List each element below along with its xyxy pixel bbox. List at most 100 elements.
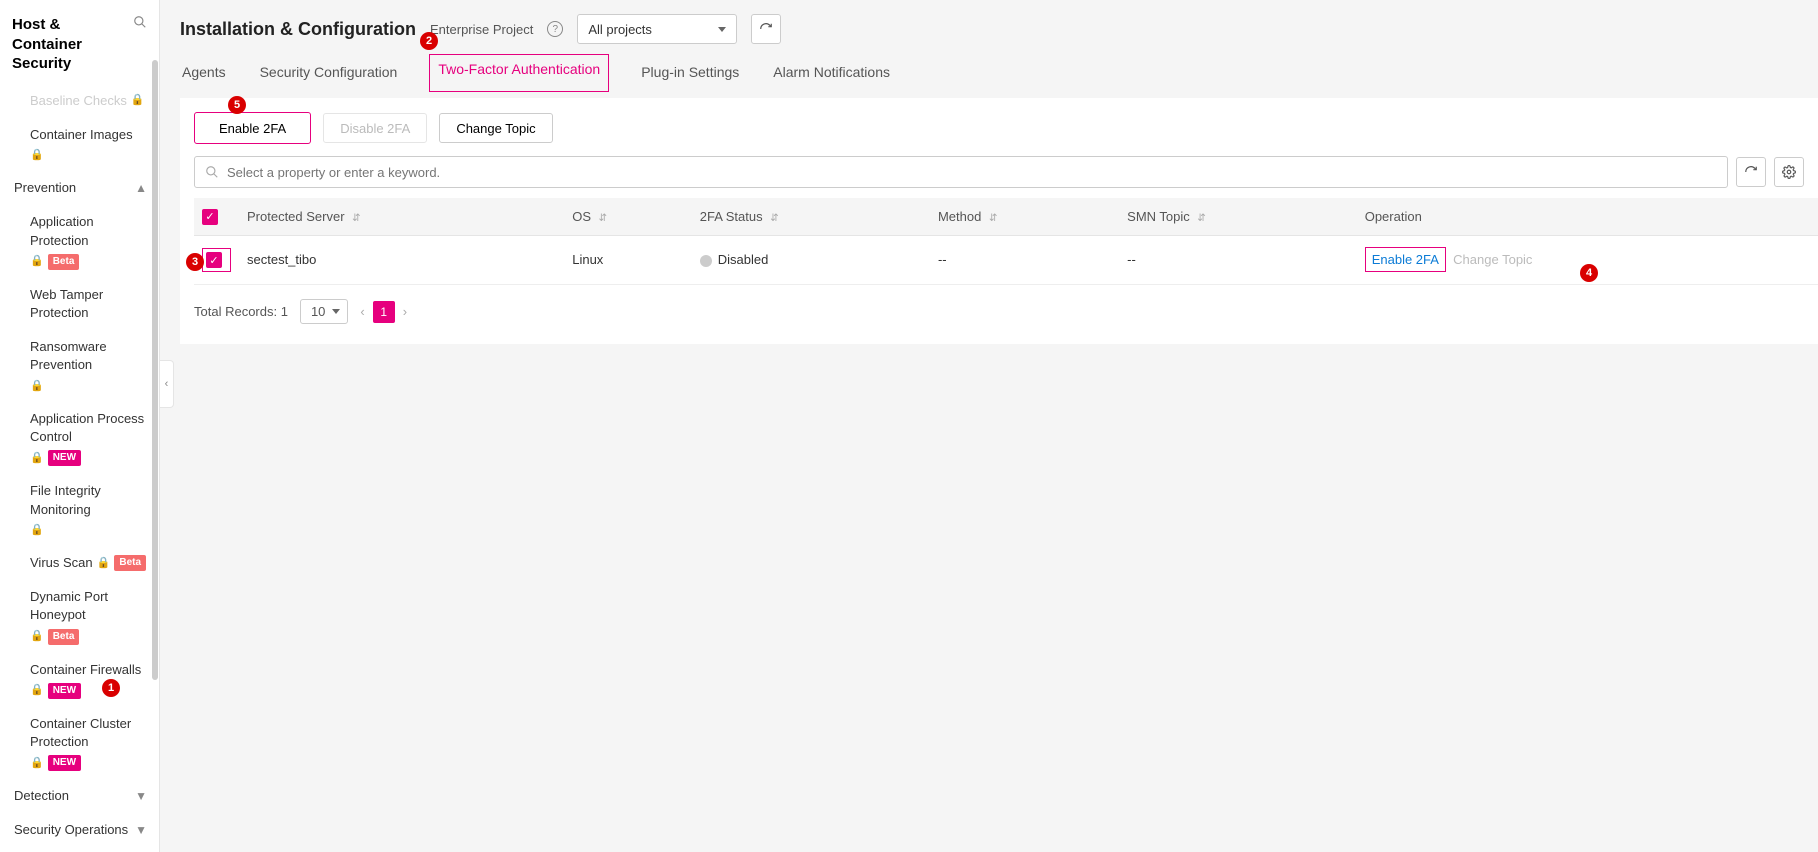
column-header[interactable]: Operation <box>1357 198 1818 235</box>
prev-page-button[interactable]: ‹ <box>360 304 364 319</box>
badge: NEW <box>48 683 81 699</box>
sidebar-item-label: Container Cluster Protection <box>30 715 147 751</box>
sidebar-item-label: Application Process Control <box>30 410 147 446</box>
callout-1: 1 <box>102 679 120 697</box>
row-checkbox[interactable]: ✓ <box>206 252 222 268</box>
tab-alarm-notifications[interactable]: Alarm Notifications <box>771 56 892 92</box>
select-all-checkbox[interactable]: ✓ <box>202 209 218 225</box>
sidebar-item-label: Dynamic Port Honeypot <box>30 588 147 624</box>
search-icon <box>205 165 219 179</box>
lock-icon: 🔒 <box>30 756 44 771</box>
column-header[interactable]: Method ⇵ <box>930 198 1119 235</box>
project-select[interactable]: All projects <box>577 14 737 44</box>
sidebar-item-13[interactable]: Security Operations▼ <box>0 813 159 847</box>
tab-agents[interactable]: Agents <box>180 56 228 92</box>
search-input[interactable] <box>227 165 1717 180</box>
server-table: ✓ Protected Server ⇵OS ⇵2FA Status ⇵Metho… <box>194 198 1818 285</box>
enable-2fa-link[interactable]: Enable 2FA <box>1365 247 1446 272</box>
sidebar-item-7[interactable]: File Integrity Monitoring 🔒 <box>0 474 159 546</box>
main-content: Installation & Configuration Enterprise … <box>160 0 1818 852</box>
lock-icon: 🔒 <box>30 254 44 269</box>
cell-os: Linux <box>564 235 692 285</box>
settings-button[interactable] <box>1774 157 1804 187</box>
badge: Beta <box>114 555 146 571</box>
change-topic-button[interactable]: Change Topic <box>439 113 552 143</box>
sidebar-item-14[interactable]: Reports 🔒 <box>0 848 159 852</box>
sort-icon: ⇵ <box>1197 213 1205 224</box>
sidebar-item-3[interactable]: Application Protection 🔒 Beta <box>0 205 159 277</box>
sidebar-item-6[interactable]: Application Process Control 🔒 NEW <box>0 402 159 474</box>
sort-icon: ⇵ <box>352 213 360 224</box>
enable-2fa-button[interactable]: Enable 2FA <box>194 112 311 144</box>
change-topic-link: Change Topic <box>1453 252 1532 267</box>
cell-server: sectest_tibo <box>239 235 564 285</box>
search-row <box>194 156 1818 188</box>
sidebar-item-label: Web Tamper Protection <box>30 286 147 322</box>
chevron-down-icon: ▼ <box>135 822 147 839</box>
sidebar-item-label: Ransomware Prevention <box>30 338 147 374</box>
lock-icon: 🔒 <box>30 379 44 394</box>
sidebar-item-10[interactable]: Container Firewalls 🔒 NEW <box>0 653 159 707</box>
lock-icon: 🔒 <box>131 93 145 108</box>
badge: Beta <box>48 254 80 270</box>
total-records: Total Records: 1 <box>194 304 288 319</box>
tab-two-factor-authentication[interactable]: Two-Factor Authentication <box>429 54 609 92</box>
refresh-table-button[interactable] <box>1736 157 1766 187</box>
page-header: Installation & Configuration Enterprise … <box>160 0 1818 44</box>
help-icon[interactable]: ? <box>547 21 563 37</box>
content-panel: 5 Enable 2FA Disable 2FA Change Topic <box>180 98 1818 344</box>
lock-icon: 🔒 <box>30 523 44 538</box>
disable-2fa-button: Disable 2FA <box>323 113 427 143</box>
column-header[interactable]: 2FA Status ⇵ <box>692 198 930 235</box>
scrollbar[interactable] <box>151 60 159 852</box>
search-icon[interactable] <box>133 15 147 32</box>
status-dot-icon <box>700 255 712 267</box>
page-size-select[interactable]: 10 <box>300 299 348 324</box>
callout-2: 2 <box>420 32 438 50</box>
sidebar-item-8[interactable]: Virus Scan 🔒 Beta <box>0 546 159 580</box>
lock-icon: 🔒 <box>97 556 111 571</box>
tab-security-configuration[interactable]: Security Configuration <box>258 56 400 92</box>
sidebar-item-1[interactable]: Container Images 🔒 <box>0 118 159 172</box>
nav-list: Baseline Checks 🔒Container Images 🔒Preve… <box>0 84 159 852</box>
sidebar-item-label: Container Images <box>30 126 133 144</box>
callout-5: 5 <box>228 96 246 114</box>
column-header[interactable]: OS ⇵ <box>564 198 692 235</box>
sidebar-item-0[interactable]: Baseline Checks 🔒 <box>0 84 159 118</box>
sidebar-item-label: Virus Scan <box>30 554 93 572</box>
page-number[interactable]: 1 <box>373 301 395 323</box>
collapse-sidebar-button[interactable]: ‹ <box>160 360 174 408</box>
tab-plug-in-settings[interactable]: Plug-in Settings <box>639 56 741 92</box>
callout-4: 4 <box>1580 264 1598 282</box>
sidebar-item-9[interactable]: Dynamic Port Honeypot 🔒 Beta <box>0 580 159 652</box>
sidebar-item-4[interactable]: Web Tamper Protection <box>0 278 159 330</box>
sort-icon: ⇵ <box>599 213 607 224</box>
chevron-up-icon: ▲ <box>135 180 147 197</box>
cell-method: -- <box>930 235 1119 285</box>
sidebar-item-11[interactable]: Container Cluster Protection 🔒 NEW <box>0 707 159 779</box>
column-header[interactable]: SMN Topic ⇵ <box>1119 198 1357 235</box>
pagination: Total Records: 1 10 ‹ 1 › <box>194 299 1818 324</box>
lock-icon: 🔒 <box>30 629 44 644</box>
cell-topic: -- <box>1119 235 1357 285</box>
sidebar-item-5[interactable]: Ransomware Prevention 🔒 <box>0 330 159 402</box>
refresh-button[interactable] <box>751 14 781 44</box>
chevron-down-icon: ▼ <box>135 788 147 805</box>
sidebar: Host & Container Security Baseline Check… <box>0 0 160 852</box>
sort-icon: ⇵ <box>770 213 778 224</box>
cell-status: Disabled <box>692 235 930 285</box>
badge: NEW <box>48 450 81 466</box>
enterprise-project-label: Enterprise Project <box>430 22 533 37</box>
sidebar-item-12[interactable]: Detection▼ <box>0 779 159 813</box>
search-input-wrap[interactable] <box>194 156 1728 188</box>
column-header[interactable]: Protected Server ⇵ <box>239 198 564 235</box>
next-page-button[interactable]: › <box>403 304 407 319</box>
callout-3: 3 <box>186 253 204 271</box>
action-bar: 5 Enable 2FA Disable 2FA Change Topic <box>194 112 1818 144</box>
lock-icon: 🔒 <box>30 683 44 698</box>
sidebar-item-label: File Integrity Monitoring <box>30 482 147 518</box>
sidebar-item-label: Container Firewalls <box>30 661 141 679</box>
sidebar-item-2[interactable]: Prevention▲ <box>0 171 159 205</box>
badge: NEW <box>48 755 81 771</box>
lock-icon: 🔒 <box>30 451 44 466</box>
